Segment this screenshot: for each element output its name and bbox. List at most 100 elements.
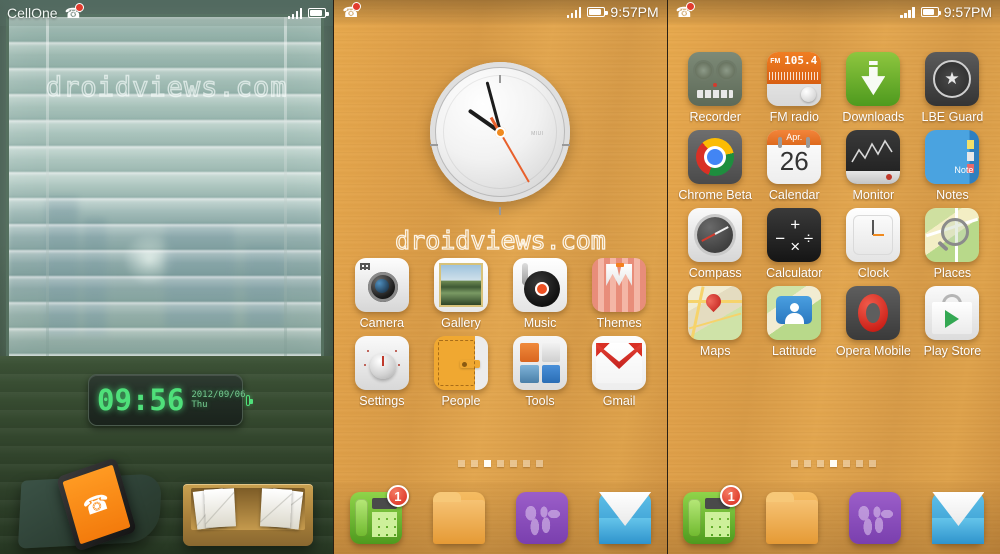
battery-icon <box>308 8 329 18</box>
page-dot-4[interactable] <box>496 460 504 467</box>
app-cell-calculator[interactable]: + − ÷ × Calculator <box>755 208 834 280</box>
clock-center-pin <box>494 126 506 138</box>
home-status-bar-middle: ☎ 9:57PM <box>334 0 667 24</box>
dock-item-messaging[interactable] <box>932 492 985 544</box>
venetian-blinds <box>9 17 321 363</box>
app-label: Calendar <box>768 188 820 202</box>
app-cell-play-store[interactable]: Play Store <box>913 286 992 358</box>
app-cell-downloads[interactable]: Downloads <box>834 52 913 124</box>
page-dot-3[interactable] <box>817 460 825 467</box>
tape-recorder-icon[interactable] <box>688 52 743 106</box>
dock-item-folder[interactable] <box>432 492 485 544</box>
app-label: Monitor <box>852 188 895 202</box>
battery-icon <box>245 394 253 406</box>
app-cell-gmail[interactable]: Gmail <box>580 336 659 408</box>
people-icon[interactable] <box>433 336 488 390</box>
gmail-icon[interactable] <box>592 336 647 390</box>
app-label: Compass <box>688 266 742 280</box>
page-dot-7[interactable] <box>535 460 543 467</box>
dock-item-browser[interactable] <box>849 492 902 544</box>
page-dot-1[interactable] <box>457 460 465 467</box>
page-dot-5[interactable] <box>843 460 851 467</box>
page-indicator-middle[interactable] <box>334 460 666 467</box>
app-cell-monitor[interactable]: Monitor <box>834 130 913 202</box>
calendar-icon[interactable]: Apr. 26 <box>767 130 822 184</box>
page-indicator-right[interactable] <box>668 460 1000 467</box>
status-bar-time: 9:57PM <box>943 4 992 20</box>
page-dot-6[interactable] <box>522 460 530 467</box>
music-icon[interactable] <box>513 258 568 312</box>
page-dot-6[interactable] <box>856 460 864 467</box>
app-cell-maps[interactable]: Maps <box>676 286 755 358</box>
app-label: Gallery <box>441 316 481 330</box>
app-grid-right: Recorder FM 105.4 FM radio Downloads ★ LBE Gua… <box>676 52 992 364</box>
shield-seal-icon[interactable]: ★ <box>925 52 980 106</box>
lockscreen-clock-widget[interactable]: 09:56 2012/09/06 Thu <box>88 374 253 426</box>
download-arrow-icon[interactable] <box>846 52 901 106</box>
chrome-icon[interactable] <box>688 130 743 184</box>
page-dot-2[interactable] <box>804 460 812 467</box>
app-cell-themes[interactable]: Themes <box>580 258 659 330</box>
page-dot-7[interactable] <box>869 460 877 467</box>
monitor-graph-icon[interactable] <box>846 130 901 184</box>
page-dot-3[interactable] <box>483 460 491 467</box>
app-cell-people[interactable]: People <box>421 336 500 408</box>
dock-item-browser[interactable] <box>516 492 569 544</box>
app-cell-tools[interactable]: Tools <box>500 336 579 408</box>
app-cell-fm-radio[interactable]: FM 105.4 FM radio <box>755 52 834 124</box>
app-cell-places[interactable]: Places <box>913 208 992 280</box>
page-dot-2[interactable] <box>470 460 478 467</box>
window-blinds-wallpaper-element <box>6 14 324 366</box>
fm-radio-icon[interactable]: FM 105.4 <box>767 52 822 106</box>
app-cell-recorder[interactable]: Recorder <box>676 52 755 124</box>
dock-item-folder[interactable] <box>766 492 819 544</box>
camera-icon[interactable] <box>354 258 409 312</box>
latitude-person-icon[interactable] <box>767 286 822 340</box>
app-cell-calendar[interactable]: Apr. 26 Calendar <box>755 130 834 202</box>
app-cell-notes[interactable]: Note Notes <box>913 130 992 202</box>
app-label: Camera <box>359 316 405 330</box>
dock-item-dialer[interactable]: 1 <box>349 485 409 544</box>
analog-clock-widget[interactable]: MIUI <box>430 62 571 215</box>
dock-right: 1 <box>667 482 1000 554</box>
dock-item-dialer[interactable]: 1 <box>683 485 743 544</box>
app-label: Settings <box>359 394 405 408</box>
gallery-icon[interactable] <box>433 258 488 312</box>
page-dot-5[interactable] <box>509 460 517 467</box>
app-label: Music <box>523 316 557 330</box>
compass-icon[interactable] <box>688 208 743 262</box>
app-cell-gallery[interactable]: Gallery <box>421 258 500 330</box>
app-label: Latitude <box>772 344 817 358</box>
page-dot-4[interactable] <box>830 460 838 467</box>
play-store-bag-icon[interactable] <box>925 286 980 340</box>
app-label: Clock <box>857 266 889 280</box>
tools-folder-icon[interactable] <box>513 336 568 390</box>
app-cell-latitude[interactable]: Latitude <box>755 286 834 358</box>
maps-pin-icon[interactable] <box>688 286 743 340</box>
themes-icon[interactable] <box>592 258 647 312</box>
status-bar-time: 9:57PM <box>610 4 659 20</box>
dock-item-messaging[interactable] <box>599 492 652 544</box>
app-cell-clock[interactable]: Clock <box>834 208 913 280</box>
messaging-shortcut[interactable] <box>183 484 313 546</box>
lockscreen-time: 09:56 <box>97 383 185 417</box>
page-dot-1[interactable] <box>791 460 799 467</box>
notebook-icon[interactable]: Note <box>925 130 980 184</box>
calculator-icon[interactable]: + − ÷ × <box>767 208 822 262</box>
home-status-bar-right: ☎ 9:57PM <box>667 0 1000 24</box>
app-cell-camera[interactable]: Camera <box>342 258 421 330</box>
places-magnifier-icon[interactable] <box>925 208 980 262</box>
analog-clock-icon[interactable] <box>846 208 901 262</box>
home-screen-right-panel: ☎ 9:57PM Recorder FM 105.4 FM radio Download… <box>666 0 1000 554</box>
clock-brand-label: MIUI <box>531 130 544 137</box>
app-cell-compass[interactable]: Compass <box>676 208 755 280</box>
signal-bars-icon <box>566 6 582 18</box>
app-cell-music[interactable]: Music <box>500 258 579 330</box>
settings-icon[interactable] <box>354 336 409 390</box>
app-cell-lbe-guard[interactable]: ★ LBE Guard <box>913 52 992 124</box>
app-cell-opera-mobile[interactable]: Opera Mobile <box>834 286 913 358</box>
app-cell-settings[interactable]: Settings <box>342 336 421 408</box>
app-grid-middle: Camera Gallery Music Themes Settings People To… <box>342 258 658 414</box>
opera-icon[interactable] <box>846 286 901 340</box>
app-cell-chrome-beta[interactable]: Chrome Beta <box>676 130 755 202</box>
